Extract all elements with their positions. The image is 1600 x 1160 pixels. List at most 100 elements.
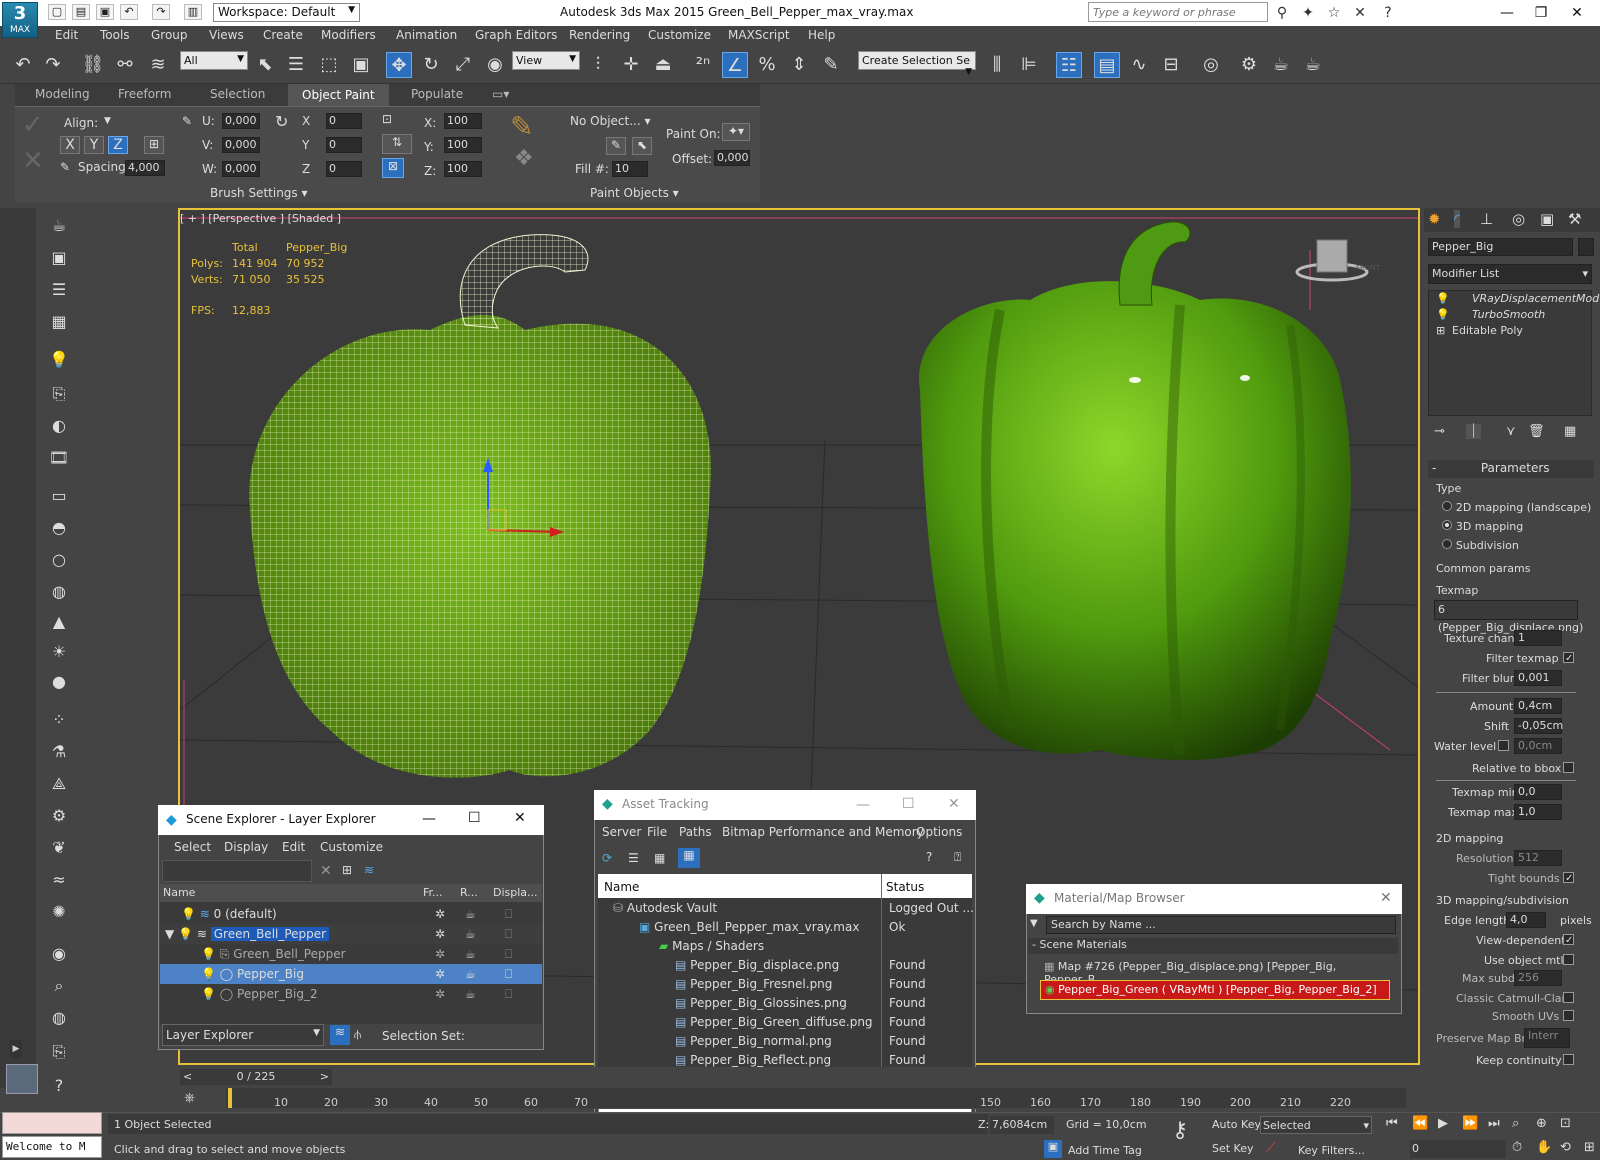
v-spinner[interactable]: 0,000 [222, 137, 260, 153]
maximize-icon[interactable]: ☐ [468, 810, 481, 826]
se-menu-select[interactable]: Select [174, 840, 211, 854]
keyword-search-input[interactable]: Type a keyword or phrase [1088, 2, 1268, 22]
close-icon[interactable]: ✕ [1562, 2, 1592, 24]
ribbon-options-icon[interactable]: ▭▾ [492, 87, 509, 101]
table-icon[interactable]: ▦ [47, 312, 71, 334]
teapot-icon[interactable]: ☕ [47, 216, 71, 238]
menu-views[interactable]: Views [209, 28, 244, 42]
help-icon[interactable]: ? [1378, 4, 1398, 22]
globe-icon[interactable]: ◍ [47, 1008, 71, 1030]
time-slider[interactable]: <0 / 225 > [180, 1069, 332, 1085]
list-item[interactable]: ▣ Green_Bell_Pepper_max_vray.max [636, 917, 859, 937]
align-z-button[interactable]: Z [108, 136, 128, 154]
key-icon[interactable]: ⚷ [1172, 1118, 1188, 1143]
tab-populate[interactable]: Populate [411, 87, 463, 101]
time-config-icon[interactable]: ⏱ [1512, 1140, 1522, 1155]
film-icon[interactable]: 🎞 [47, 448, 71, 470]
sort-layers-icon[interactable]: ≋ [330, 1025, 350, 1045]
se-menu-customize[interactable]: Customize [320, 840, 383, 854]
sphere-icon[interactable]: ○ [47, 550, 71, 572]
amount-spinner[interactable]: 0,4cm [1514, 698, 1562, 714]
zoom-all-icon[interactable]: ⊕ [1536, 1116, 1547, 1131]
preserve-map-dropdown[interactable]: Interr [1524, 1028, 1570, 1048]
no-object-dropdown[interactable]: No Object... ▾ [570, 114, 651, 128]
reference-coordinate-dropdown[interactable]: View ▼ [512, 51, 580, 70]
workspace-dropdown[interactable]: Workspace: Default ▼ [213, 3, 360, 22]
align-y-button[interactable]: Y [84, 136, 104, 154]
object-color-swatch[interactable] [1578, 238, 1594, 256]
particles-icon[interactable]: ⁘ [47, 710, 71, 732]
set-key-button[interactable]: Set Key [1212, 1142, 1254, 1155]
time-tag-icon[interactable]: ▣ [1044, 1140, 1062, 1158]
viewcube[interactable] [1295, 239, 1369, 282]
list-item[interactable]: ▤ Pepper_Big_Glossines.png [672, 993, 847, 1013]
tab-selection[interactable]: Selection [210, 87, 265, 101]
material-editor-icon[interactable]: ◎ [1198, 52, 1224, 78]
current-frame-field[interactable]: 0 [1410, 1140, 1506, 1158]
at-menu-server[interactable]: Server [602, 825, 641, 839]
curve-editor-icon[interactable]: ∿ [1126, 52, 1152, 78]
curve-editor-mini-icon[interactable]: ⎈ [184, 1090, 195, 1106]
at-menu-options[interactable]: Options [916, 825, 962, 839]
use-object-mtl-checkbox[interactable] [1563, 954, 1574, 968]
named-selection-dropdown[interactable]: Create Selection Se ▼ [858, 51, 976, 77]
maxscript-listener[interactable]: Welcome to M [2, 1136, 102, 1158]
go-end-icon[interactable]: ⏭ [1488, 1116, 1500, 1131]
fill-spinner[interactable]: 10 [612, 161, 648, 177]
keep-continuity-checkbox[interactable] [1563, 1054, 1574, 1068]
z-coordinate-field[interactable]: 7,6084cm [990, 1116, 1054, 1134]
classic-catmull-checkbox[interactable] [1563, 992, 1574, 1006]
add-time-tag[interactable]: Add Time Tag [1068, 1144, 1142, 1157]
schematic-view-icon[interactable]: ⊟ [1158, 52, 1184, 78]
spinner-snap-icon[interactable]: ⇕ [786, 52, 812, 78]
prev-frame-icon[interactable]: ⏪ [1412, 1116, 1428, 1131]
open-icon[interactable]: ▤ [72, 4, 90, 20]
zoom-icon[interactable]: ⌕ [1512, 1116, 1519, 1131]
sphere-half-icon[interactable]: ◐ [47, 416, 71, 438]
search-icon[interactable]: ⌕ [47, 976, 71, 998]
object-name-field[interactable]: Pepper_Big [1428, 238, 1573, 256]
mirror-icon[interactable]: ⫼ [984, 52, 1010, 78]
expand-icon[interactable]: ▶ [10, 1040, 22, 1058]
undo-icon[interactable]: ↶ [10, 52, 36, 78]
se-menu-edit[interactable]: Edit [282, 840, 305, 854]
filter-texmap-checkbox[interactable] [1563, 652, 1574, 667]
relative-bbox-checkbox[interactable] [1563, 762, 1574, 776]
menu-edit[interactable]: Edit [55, 28, 78, 42]
type-2d-radio[interactable]: 2D mapping (landscape) [1442, 500, 1591, 514]
se-col-display[interactable]: Displa... [493, 886, 538, 899]
menu-tools[interactable]: Tools [100, 28, 130, 42]
minimize-icon[interactable]: — [856, 797, 870, 813]
menu-customize[interactable]: Customize [648, 28, 711, 42]
window-crossing-icon[interactable]: ▣ [348, 52, 374, 78]
star-icon[interactable]: ☆ [1324, 4, 1344, 22]
texmap-min-spinner[interactable]: 0,0 [1514, 784, 1562, 800]
rotate-icon[interactable]: ↻ [418, 52, 444, 78]
rect-selection-icon[interactable]: ⬚ [316, 52, 342, 78]
shift-spinner[interactable]: -0,05cm [1514, 718, 1563, 734]
maxscript-mini-icon[interactable] [6, 1064, 38, 1094]
key-filters-button[interactable]: Key Filters... [1298, 1144, 1365, 1157]
hierarchy-icon[interactable]: ⫛ [354, 1027, 361, 1042]
auto-key-button[interactable]: Auto Key [1212, 1118, 1261, 1131]
menu-help[interactable]: Help [808, 28, 835, 42]
table-row[interactable]: 💡 ⎘ Green_Bell_Pepper ✲ ☕ ⎕ [160, 944, 542, 964]
camera-icon[interactable]: ⎘ [47, 384, 71, 406]
pick-list-icon[interactable]: ⬉ [632, 137, 652, 155]
grass-icon[interactable]: ❦ [47, 838, 71, 860]
scale-lock-icon[interactable]: ⇅ [382, 134, 412, 154]
at-col-name[interactable]: Name [604, 880, 639, 894]
menu-animation[interactable]: Animation [396, 28, 457, 42]
check-icon[interactable]: ✓ [22, 110, 44, 140]
options-menu-icon[interactable]: ▼ [1030, 918, 1038, 929]
close-icon[interactable]: ✕ [1380, 890, 1392, 906]
list-item[interactable]: ▰ Maps / Shaders [656, 936, 764, 956]
align-x-button[interactable]: X [60, 136, 80, 154]
snaps-toggle-icon[interactable]: ²ⁿ [690, 52, 716, 78]
binoculars-icon[interactable]: ⚲ [1272, 4, 1292, 22]
stack-item-editable-poly[interactable]: Editable Poly [1452, 324, 1523, 337]
tab-modeling[interactable]: Modeling [35, 87, 90, 101]
menu-group[interactable]: Group [151, 28, 188, 42]
w-spinner[interactable]: 0,000 [222, 161, 260, 177]
box-icon[interactable]: ▭ [47, 486, 71, 508]
